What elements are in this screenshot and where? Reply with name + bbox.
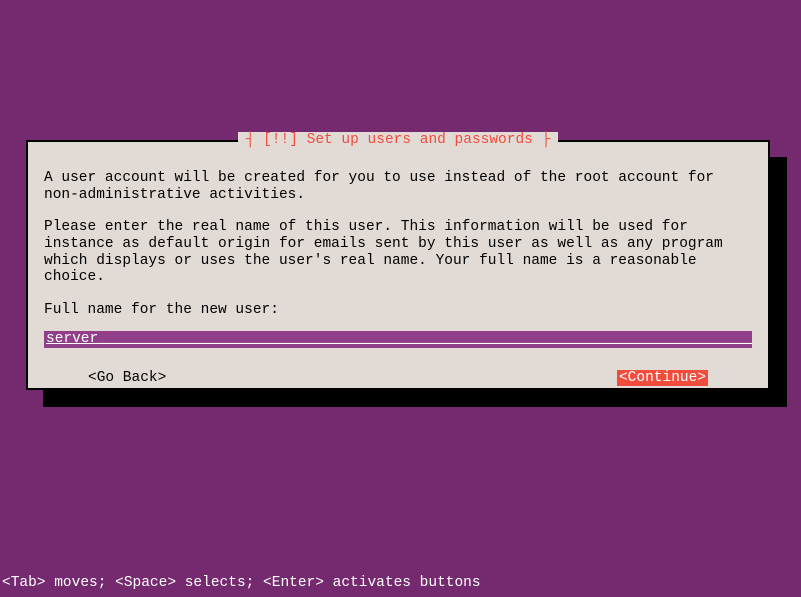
status-bar: <Tab> moves; <Space> selects; <Enter> ac… xyxy=(0,575,481,591)
fullname-input[interactable]: server__________________________________… xyxy=(44,331,752,348)
dialog-title-wrap: ┤ [!!] Set up users and passwords ├ xyxy=(28,132,768,148)
input-underline: ________________________________________… xyxy=(98,331,752,347)
go-back-button[interactable]: <Go Back> xyxy=(88,370,166,387)
fullname-prompt: Full name for the new user: xyxy=(44,302,752,319)
title-suffix: ├ xyxy=(533,132,550,148)
intro-text-1: A user account will be created for you t… xyxy=(44,170,752,203)
title-text: Set up users and passwords xyxy=(307,132,533,148)
intro-text-2: Please enter the real name of this user.… xyxy=(44,219,752,286)
dialog-content: A user account will be created for you t… xyxy=(28,142,768,386)
title-prefix: ┤ xyxy=(246,132,263,148)
dialog-title: ┤ [!!] Set up users and passwords ├ xyxy=(238,132,559,148)
setup-dialog: ┤ [!!] Set up users and passwords ├ A us… xyxy=(26,140,770,390)
title-marker: [!!] xyxy=(263,132,298,148)
continue-button[interactable]: <Continue> xyxy=(617,370,708,387)
fullname-input-value: server xyxy=(46,331,98,347)
button-row: <Go Back> <Continue> xyxy=(44,370,752,387)
